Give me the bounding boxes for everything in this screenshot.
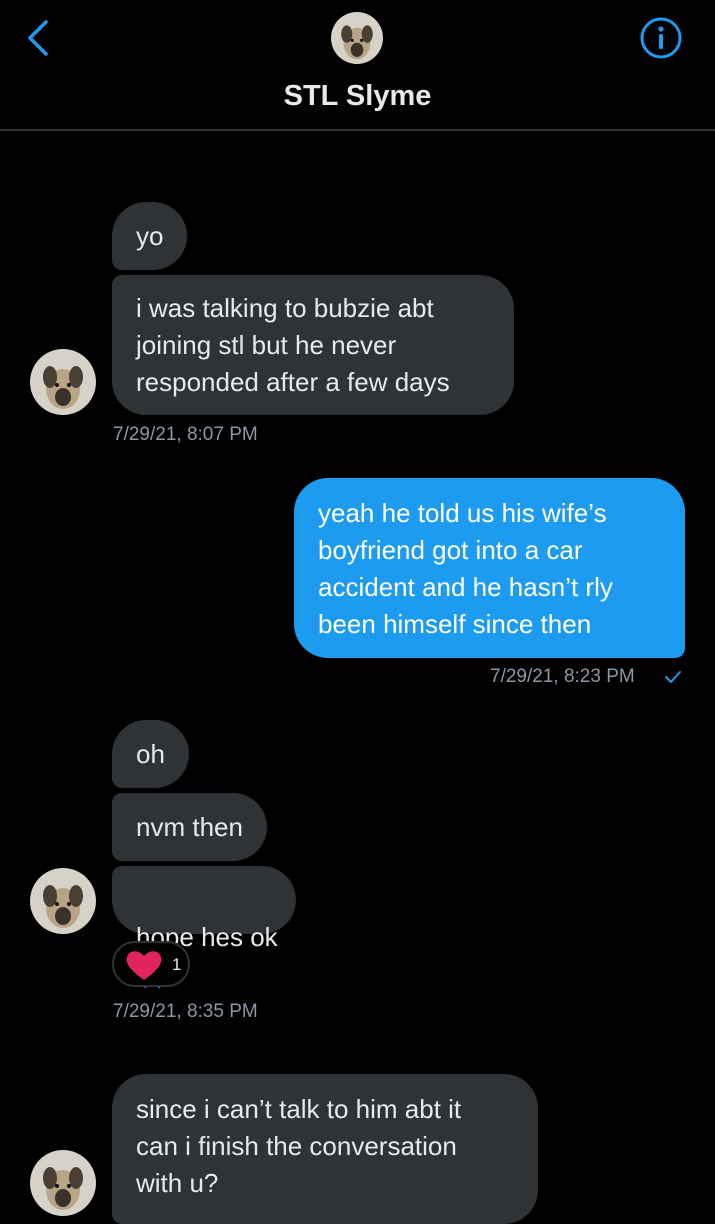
contact-avatar[interactable]: [30, 349, 96, 415]
message-bubble-received[interactable]: yo: [112, 202, 188, 270]
check-icon: [665, 671, 681, 683]
info-circle-icon: [640, 17, 682, 59]
message-bubble-received[interactable]: oh: [112, 720, 189, 788]
message-timestamp: 7/29/21, 8:35 PM: [113, 1001, 258, 1022]
contact-avatar[interactable]: [30, 1150, 96, 1216]
dog-avatar-image: [30, 1150, 96, 1216]
contact-avatar[interactable]: [331, 12, 383, 64]
contact-name: STL Slyme: [283, 80, 432, 112]
heart-icon: [126, 951, 162, 980]
message-bubble-received[interactable]: nvm then: [112, 793, 267, 861]
conversation-header: STL Slyme: [0, 0, 715, 131]
reaction-count: 1: [172, 955, 182, 974]
message-timestamp: 7/29/21, 8:07 PM: [113, 424, 258, 445]
dog-avatar-image: [30, 868, 96, 934]
contact-avatar[interactable]: [30, 868, 96, 934]
dog-avatar-image: [331, 12, 383, 64]
back-button[interactable]: [22, 18, 56, 58]
message-bubble-sent[interactable]: yeah he told us his wife’s boyfriend got…: [294, 478, 685, 658]
info-button[interactable]: [639, 16, 683, 60]
reaction-pill[interactable]: 1: [112, 941, 190, 987]
dog-avatar-image: [30, 349, 96, 415]
message-bubble-received[interactable]: i was talking to bubzie abt joining stl …: [112, 275, 514, 415]
message-bubble-received[interactable]: hope hes ok 🙏: [112, 866, 296, 989]
chevron-left-icon: [28, 20, 48, 56]
message-bubble-received[interactable]: since i can’t talk to him abt it can i f…: [112, 1074, 538, 1224]
message-timestamp: 7/29/21, 8:23 PM: [490, 666, 635, 687]
